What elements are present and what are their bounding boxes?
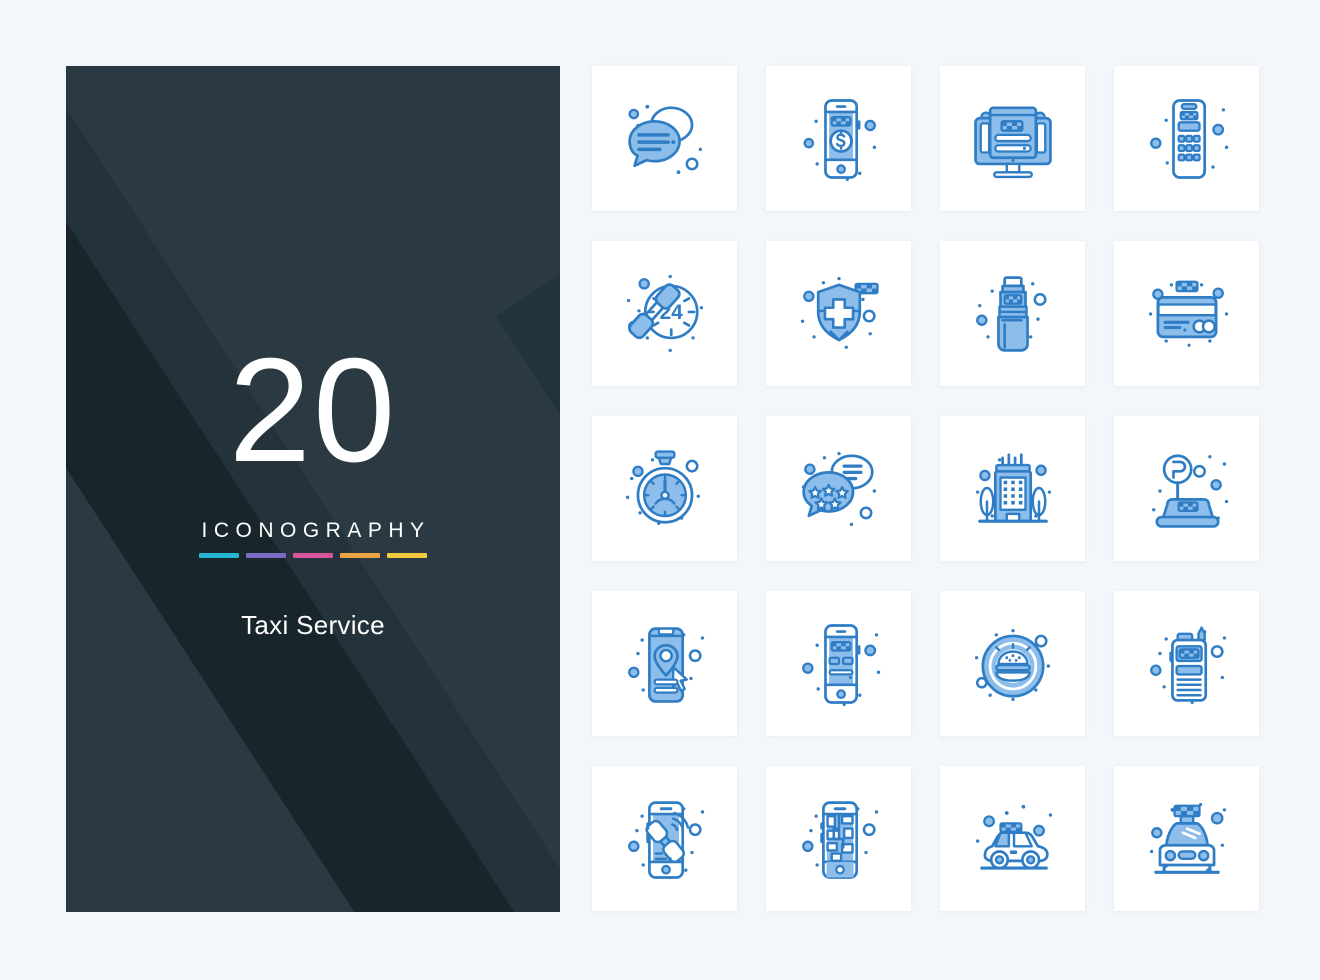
icon-card[interactable] bbox=[766, 766, 911, 911]
icon-card[interactable] bbox=[766, 591, 911, 736]
icon-card[interactable] bbox=[1114, 591, 1259, 736]
icon-card[interactable] bbox=[940, 241, 1085, 386]
phone-call-icon bbox=[613, 787, 717, 891]
icon-card[interactable] bbox=[766, 66, 911, 211]
taxi-car-side-icon bbox=[961, 787, 1065, 891]
food-delivery-icon bbox=[961, 612, 1065, 716]
icon-count: 20 bbox=[228, 328, 398, 493]
mobile-location-icon bbox=[613, 612, 717, 716]
icon-grid: 24 bbox=[592, 66, 1259, 911]
icon-card[interactable] bbox=[766, 416, 911, 561]
icon-card[interactable] bbox=[592, 591, 737, 736]
icon-card[interactable] bbox=[1114, 241, 1259, 386]
taxi-app-icon bbox=[787, 612, 891, 716]
icon-card[interactable] bbox=[592, 416, 737, 561]
water-bottle-icon bbox=[961, 262, 1065, 366]
hotel-building-icon bbox=[961, 437, 1065, 541]
color-bar-5 bbox=[387, 553, 427, 558]
icon-card[interactable] bbox=[940, 66, 1085, 211]
icon-card[interactable] bbox=[1114, 766, 1259, 911]
color-bar-3 bbox=[293, 553, 333, 558]
mobile-map-icon bbox=[787, 787, 891, 891]
icon-card[interactable]: 24 bbox=[592, 241, 737, 386]
icon-card[interactable] bbox=[766, 241, 911, 386]
taxi-car-front-icon bbox=[1135, 787, 1239, 891]
color-bar-1 bbox=[199, 553, 239, 558]
poster-stage: 20 ICONOGRAPHY Taxi Service 24 bbox=[0, 0, 1320, 980]
color-bar-4 bbox=[340, 553, 380, 558]
walkie-talkie-icon bbox=[1135, 612, 1239, 716]
icon-card[interactable] bbox=[592, 766, 737, 911]
icon-card[interactable] bbox=[940, 766, 1085, 911]
insurance-shield-icon bbox=[787, 262, 891, 366]
desktop-booking-icon bbox=[961, 87, 1065, 191]
taximeter-calculator-icon bbox=[1135, 87, 1239, 191]
cover-panel: 20 ICONOGRAPHY Taxi Service bbox=[66, 66, 560, 912]
credit-card-icon bbox=[1135, 262, 1239, 366]
collection-title: Taxi Service bbox=[241, 610, 385, 640]
icon-card[interactable] bbox=[1114, 66, 1259, 211]
wordmark-label: ICONOGRAPHY bbox=[201, 519, 431, 542]
icon-card[interactable] bbox=[940, 591, 1085, 736]
stopwatch-icon bbox=[613, 437, 717, 541]
icon-card[interactable] bbox=[940, 416, 1085, 561]
review-stars-chat-icon bbox=[787, 437, 891, 541]
phone-24-hours-icon: 24 bbox=[613, 262, 717, 366]
icon-card[interactable] bbox=[1114, 416, 1259, 561]
mobile-payment-icon bbox=[787, 87, 891, 191]
chat-bubbles-icon bbox=[613, 87, 717, 191]
icon-card[interactable] bbox=[592, 66, 737, 211]
color-bar-group bbox=[199, 553, 427, 558]
taxi-parking-sign-icon bbox=[1135, 437, 1239, 541]
color-bar-2 bbox=[246, 553, 286, 558]
